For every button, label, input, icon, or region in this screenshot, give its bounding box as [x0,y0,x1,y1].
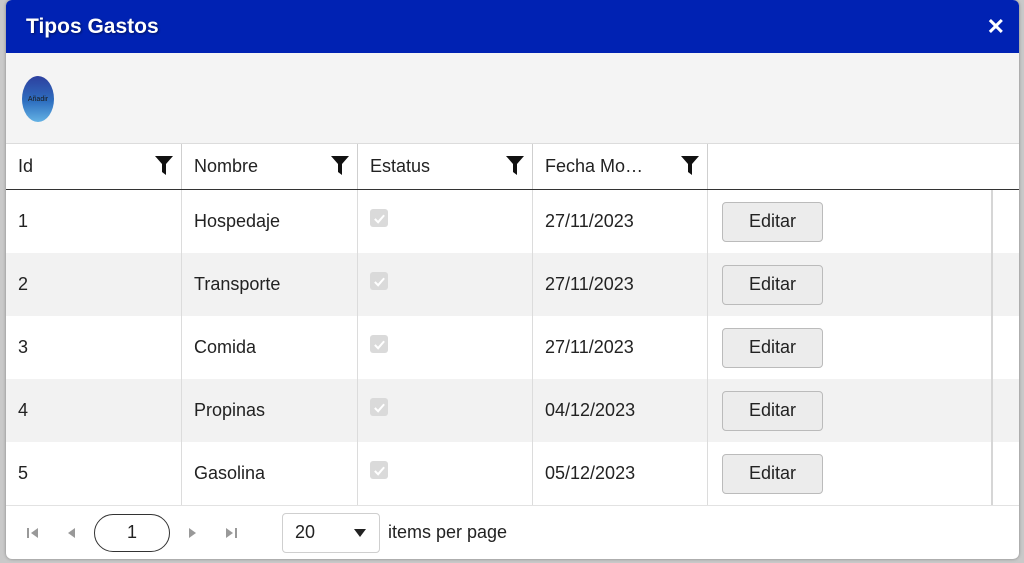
checkmark-icon [373,277,385,287]
cell-nombre: Hospedaje [182,190,358,253]
column-header-label: Fecha Mo… [545,156,644,176]
cell-id: 3 [6,316,182,379]
edit-button[interactable]: Editar [722,201,823,242]
cell-fecha: 27/11/2023 [533,316,708,379]
cell-id: 5 [6,442,182,505]
cell-fecha: 05/12/2023 [533,442,708,505]
cell-actions: Editar [708,316,1019,379]
status-checkbox [370,272,388,290]
status-checkbox [370,461,388,479]
filter-icon[interactable] [331,156,349,176]
table-row[interactable]: 3 Comida 27/11/2023 Editar [6,316,1019,379]
cell-fecha: 27/11/2023 [533,253,708,316]
filter-icon[interactable] [506,156,524,176]
vertical-scrollbar[interactable] [991,190,993,505]
edit-button[interactable]: Editar [722,390,823,431]
status-checkbox [370,335,388,353]
cell-actions: Editar [708,253,1019,316]
close-icon[interactable]: ✕ [987,15,1005,38]
column-header-label: Id [18,156,34,176]
table-row[interactable]: 2 Transporte 27/11/2023 Editar [6,253,1019,316]
tipos-gastos-dialog: Tipos Gastos ✕ Añadir Id Nombre Estatus … [6,0,1019,559]
cell-nombre: Transporte [182,253,358,316]
page-size-select[interactable]: 20 [282,512,380,553]
edit-button[interactable]: Editar [722,264,823,305]
page-size-value: 20 [295,522,316,542]
cell-estatus [358,190,533,253]
column-header-actions [708,144,1019,189]
edit-button[interactable]: Editar [722,327,823,368]
page-number-input[interactable]: 1 [94,513,170,552]
cell-id: 4 [6,379,182,442]
cell-actions: Editar [708,442,1019,505]
column-header-label: Nombre [194,156,259,176]
prev-page-icon[interactable] [62,524,80,542]
edit-button[interactable]: Editar [722,453,823,494]
toolbar: Añadir [6,53,1019,144]
cell-nombre: Gasolina [182,442,358,505]
checkmark-icon [373,340,385,350]
add-button[interactable]: Añadir [22,76,54,122]
cell-id: 2 [6,253,182,316]
cell-estatus [358,316,533,379]
cell-nombre: Comida [182,316,358,379]
cell-actions: Editar [708,190,1019,253]
first-page-icon[interactable] [24,524,42,542]
cell-estatus [358,379,533,442]
filter-icon[interactable] [155,156,173,176]
cell-fecha: 27/11/2023 [533,190,708,253]
column-header-id[interactable]: Id [6,144,182,189]
cell-nombre: Propinas [182,379,358,442]
grid-header: Id Nombre Estatus Fecha Mo… [6,144,1019,190]
table-row[interactable]: 5 Gasolina 05/12/2023 Editar [6,442,1019,505]
table-row[interactable]: 1 Hospedaje 27/11/2023 Editar [6,190,1019,253]
cell-estatus [358,253,533,316]
cell-fecha: 04/12/2023 [533,379,708,442]
dialog-title: Tipos Gastos [26,14,159,38]
cell-estatus [358,442,533,505]
data-grid: Id Nombre Estatus Fecha Mo… 1 Hospedaje … [6,144,1019,505]
status-checkbox [370,209,388,227]
column-header-estatus[interactable]: Estatus [358,144,533,189]
next-page-icon[interactable] [184,524,202,542]
column-header-nombre[interactable]: Nombre [182,144,358,189]
items-per-page-label: items per page [388,522,508,542]
filter-icon[interactable] [681,156,699,176]
pager: 1 20 items per page [6,505,1019,559]
cell-actions: Editar [708,379,1019,442]
add-button-label: Añadir [27,95,49,103]
cell-id: 1 [6,190,182,253]
dialog-titlebar: Tipos Gastos ✕ [6,0,1019,53]
status-checkbox [370,398,388,416]
checkmark-icon [373,214,385,224]
grid-rows: 1 Hospedaje 27/11/2023 Editar 2 Transpor… [6,190,1019,505]
checkmark-icon [373,403,385,413]
column-header-fecha[interactable]: Fecha Mo… [533,144,708,189]
checkmark-icon [373,466,385,476]
column-header-label: Estatus [370,156,431,176]
last-page-icon[interactable] [222,524,240,542]
table-row[interactable]: 4 Propinas 04/12/2023 Editar [6,379,1019,442]
chevron-down-icon [354,528,366,537]
